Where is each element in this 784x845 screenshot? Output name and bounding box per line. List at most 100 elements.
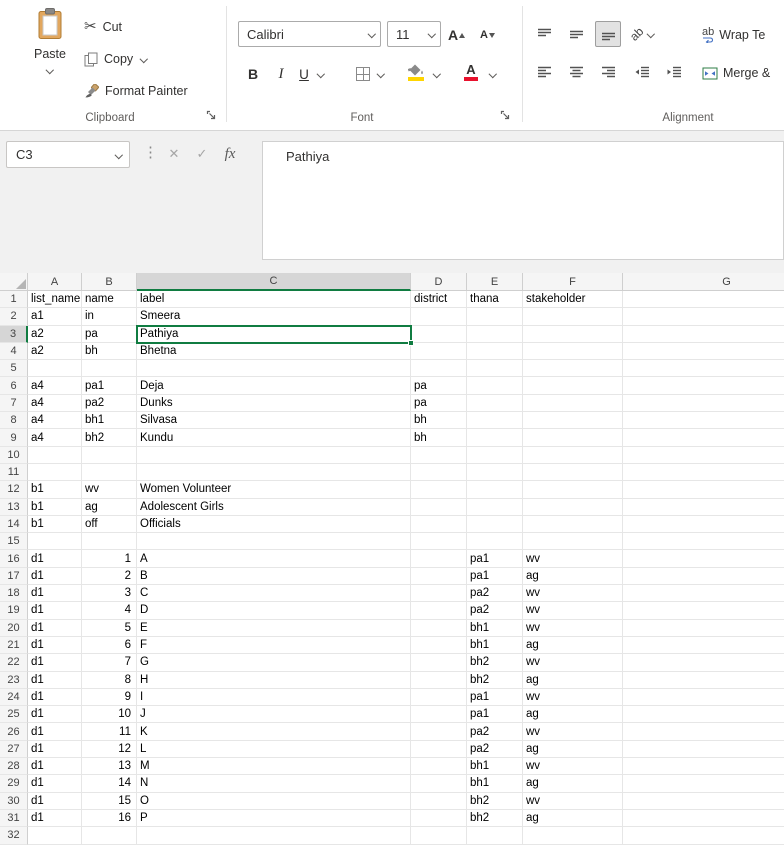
cell-C26[interactable]: K: [137, 723, 411, 741]
cell-E26[interactable]: pa2: [467, 723, 523, 741]
fill-color-button[interactable]: [404, 59, 428, 85]
cell-F26[interactable]: wv: [523, 723, 623, 741]
chevron-down-icon[interactable]: [46, 66, 55, 74]
increase-font-size-button[interactable]: A: [448, 22, 470, 48]
cell-E16[interactable]: pa1: [467, 550, 523, 568]
row-header-21[interactable]: 21: [0, 636, 28, 655]
cell-A12[interactable]: b1: [28, 481, 82, 499]
cancel-button[interactable]: ✕: [162, 142, 186, 166]
cell-D5[interactable]: [411, 360, 467, 378]
cell-A17[interactable]: d1: [28, 567, 82, 586]
row-header-6[interactable]: 6: [0, 377, 28, 395]
cell-G1[interactable]: [623, 291, 784, 309]
row-header-30[interactable]: 30: [0, 792, 28, 810]
row-header-10[interactable]: 10: [0, 446, 28, 464]
cell-A7[interactable]: a4: [28, 394, 82, 413]
cell-D24[interactable]: [411, 688, 467, 707]
cell-G22[interactable]: [623, 654, 784, 672]
formula-input[interactable]: Pathiya: [262, 141, 784, 260]
cell-G16[interactable]: [623, 550, 784, 568]
cell-D23[interactable]: [411, 671, 467, 689]
cell-G7[interactable]: [623, 395, 784, 413]
cell-A22[interactable]: d1: [28, 654, 82, 672]
cell-G13[interactable]: [623, 499, 784, 516]
cell-G3[interactable]: [623, 326, 784, 343]
cell-B21[interactable]: 6: [82, 636, 137, 655]
merge-center-button[interactable]: Merge &: [702, 61, 770, 85]
cell-D9[interactable]: bh: [411, 429, 467, 447]
cell-E20[interactable]: bh1: [467, 619, 523, 637]
cell-F6[interactable]: [523, 377, 623, 395]
cell-E13[interactable]: [467, 498, 523, 516]
row-header-17[interactable]: 17: [0, 567, 28, 586]
cell-D8[interactable]: bh: [411, 412, 467, 430]
cell-C14[interactable]: Officials: [137, 515, 411, 534]
cell-F16[interactable]: wv: [523, 550, 623, 568]
cell-B20[interactable]: 5: [82, 619, 137, 637]
cell-A1[interactable]: list_name: [28, 291, 82, 309]
cell-E28[interactable]: bh1: [467, 758, 523, 776]
formula-bar-resize-dots-icon[interactable]: ⋮: [143, 143, 158, 161]
cell-D27[interactable]: [411, 740, 467, 759]
cell-D7[interactable]: pa: [411, 394, 467, 413]
cell-F23[interactable]: ag: [523, 671, 623, 689]
cell-B22[interactable]: 7: [82, 654, 137, 672]
cell-D2[interactable]: [411, 308, 467, 326]
cell-B4[interactable]: bh: [82, 342, 137, 361]
orientation-dropdown-chevron[interactable]: [646, 30, 655, 38]
cell-E12[interactable]: [467, 481, 523, 499]
row-header-2[interactable]: 2: [0, 308, 28, 326]
underline-dropdown-chevron[interactable]: [316, 70, 325, 78]
cell-A5[interactable]: [28, 360, 82, 378]
cell-F27[interactable]: ag: [523, 740, 623, 759]
row-header-18[interactable]: 18: [0, 585, 28, 603]
cell-B15[interactable]: [82, 533, 137, 551]
cell-B32[interactable]: [82, 827, 137, 845]
cell-G19[interactable]: [623, 602, 784, 620]
cell-G24[interactable]: [623, 689, 784, 707]
row-header-19[interactable]: 19: [0, 602, 28, 620]
cell-B2[interactable]: in: [82, 308, 137, 326]
cell-A26[interactable]: d1: [28, 723, 82, 741]
font-color-button[interactable]: A: [460, 59, 482, 85]
cell-F1[interactable]: stakeholder: [523, 291, 623, 309]
cell-E22[interactable]: bh2: [467, 654, 523, 672]
cell-E2[interactable]: [467, 308, 523, 326]
cell-D6[interactable]: pa: [411, 377, 467, 395]
cell-C27[interactable]: L: [137, 740, 411, 759]
cell-C8[interactable]: Silvasa: [137, 412, 411, 430]
cell-G6[interactable]: [623, 377, 784, 395]
cell-G27[interactable]: [623, 741, 784, 759]
cell-E25[interactable]: pa1: [467, 706, 523, 724]
cell-F21[interactable]: ag: [523, 636, 623, 655]
cell-C7[interactable]: Dunks: [137, 394, 411, 413]
column-header-A[interactable]: A: [28, 273, 82, 291]
cell-F25[interactable]: ag: [523, 706, 623, 724]
cell-G12[interactable]: [623, 481, 784, 499]
cell-F30[interactable]: wv: [523, 792, 623, 810]
cell-B26[interactable]: 11: [82, 723, 137, 741]
chevron-down-icon[interactable]: [367, 30, 376, 38]
cell-C4[interactable]: Bhetna: [137, 342, 411, 361]
row-header-11[interactable]: 11: [0, 463, 28, 482]
row-header-16[interactable]: 16: [0, 550, 28, 568]
row-header-32[interactable]: 32: [0, 827, 28, 845]
cell-D19[interactable]: [411, 602, 467, 620]
cell-B25[interactable]: 10: [82, 706, 137, 724]
column-header-D[interactable]: D: [411, 273, 467, 291]
row-header-25[interactable]: 25: [0, 706, 28, 724]
cell-E19[interactable]: pa2: [467, 602, 523, 620]
cell-C15[interactable]: [137, 533, 411, 551]
font-dialog-launcher[interactable]: [498, 108, 512, 122]
cell-D13[interactable]: [411, 498, 467, 516]
cell-B6[interactable]: pa1: [82, 377, 137, 395]
cell-F2[interactable]: [523, 308, 623, 326]
row-header-28[interactable]: 28: [0, 758, 28, 776]
cell-F20[interactable]: wv: [523, 619, 623, 637]
decrease-font-size-button[interactable]: A: [480, 22, 502, 48]
cell-A18[interactable]: d1: [28, 585, 82, 603]
cell-D14[interactable]: [411, 515, 467, 534]
cell-A14[interactable]: b1: [28, 515, 82, 534]
cell-D21[interactable]: [411, 636, 467, 655]
cell-G28[interactable]: [623, 758, 784, 776]
